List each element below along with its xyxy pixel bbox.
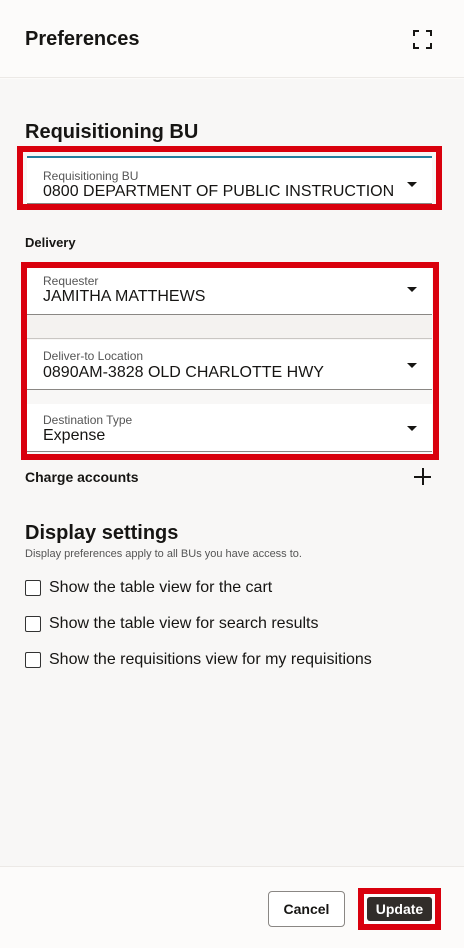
panel-title: Preferences	[25, 28, 140, 50]
requisitioning-bu-label: Requisitioning BU	[43, 169, 139, 183]
chevron-down-icon[interactable]	[407, 287, 417, 292]
charge-accounts-label: Charge accounts	[25, 469, 139, 485]
requester-select[interactable]: Requester JAMITHA MATTHEWS	[27, 268, 432, 315]
requisitioning-bu-select[interactable]: Requisitioning BU 0800 DEPARTMENT OF PUB…	[27, 156, 432, 204]
panel-header: Preferences	[0, 0, 464, 78]
chevron-down-icon[interactable]	[407, 363, 417, 368]
destination-type-select[interactable]: Destination Type Expense	[27, 404, 432, 452]
requester-label: Requester	[43, 274, 99, 288]
requisitioning-bu-value: 0800 DEPARTMENT OF PUBLIC INSTRUCTION	[43, 183, 395, 200]
requisitioning-bu-heading: Requisitioning BU	[25, 121, 199, 143]
checkbox-search-table-view[interactable]	[25, 616, 41, 632]
checkbox-label-search[interactable]: Show the table view for search results	[49, 615, 318, 633]
display-settings-note: Display preferences apply to all BUs you…	[25, 548, 302, 560]
checkbox-cart-table-view[interactable]	[25, 580, 41, 596]
chevron-down-icon[interactable]	[407, 426, 417, 431]
expand-icon[interactable]	[413, 30, 432, 49]
deliver-to-location-select[interactable]: Deliver-to Location 0890AM-3828 OLD CHAR…	[27, 340, 432, 390]
plus-icon[interactable]	[413, 467, 432, 486]
delivery-heading: Delivery	[25, 235, 76, 250]
deliver-to-location-value: 0890AM-3828 OLD CHARLOTTE HWY	[43, 364, 324, 381]
requester-value: JAMITHA MATTHEWS	[43, 288, 206, 305]
checkbox-label-requisitions[interactable]: Show the requisitions view for my requis…	[49, 651, 372, 669]
checkbox-label-cart[interactable]: Show the table view for the cart	[49, 579, 272, 597]
update-button[interactable]: Update	[367, 897, 432, 921]
checkbox-requisitions-view[interactable]	[25, 652, 41, 668]
destination-type-value: Expense	[43, 427, 106, 444]
cancel-button[interactable]: Cancel	[268, 891, 345, 927]
display-settings-heading: Display settings	[25, 522, 179, 544]
field-spacer	[27, 315, 432, 339]
chevron-down-icon[interactable]	[407, 182, 417, 187]
destination-type-label: Destination Type	[43, 413, 133, 427]
deliver-to-location-label: Deliver-to Location	[43, 349, 144, 363]
